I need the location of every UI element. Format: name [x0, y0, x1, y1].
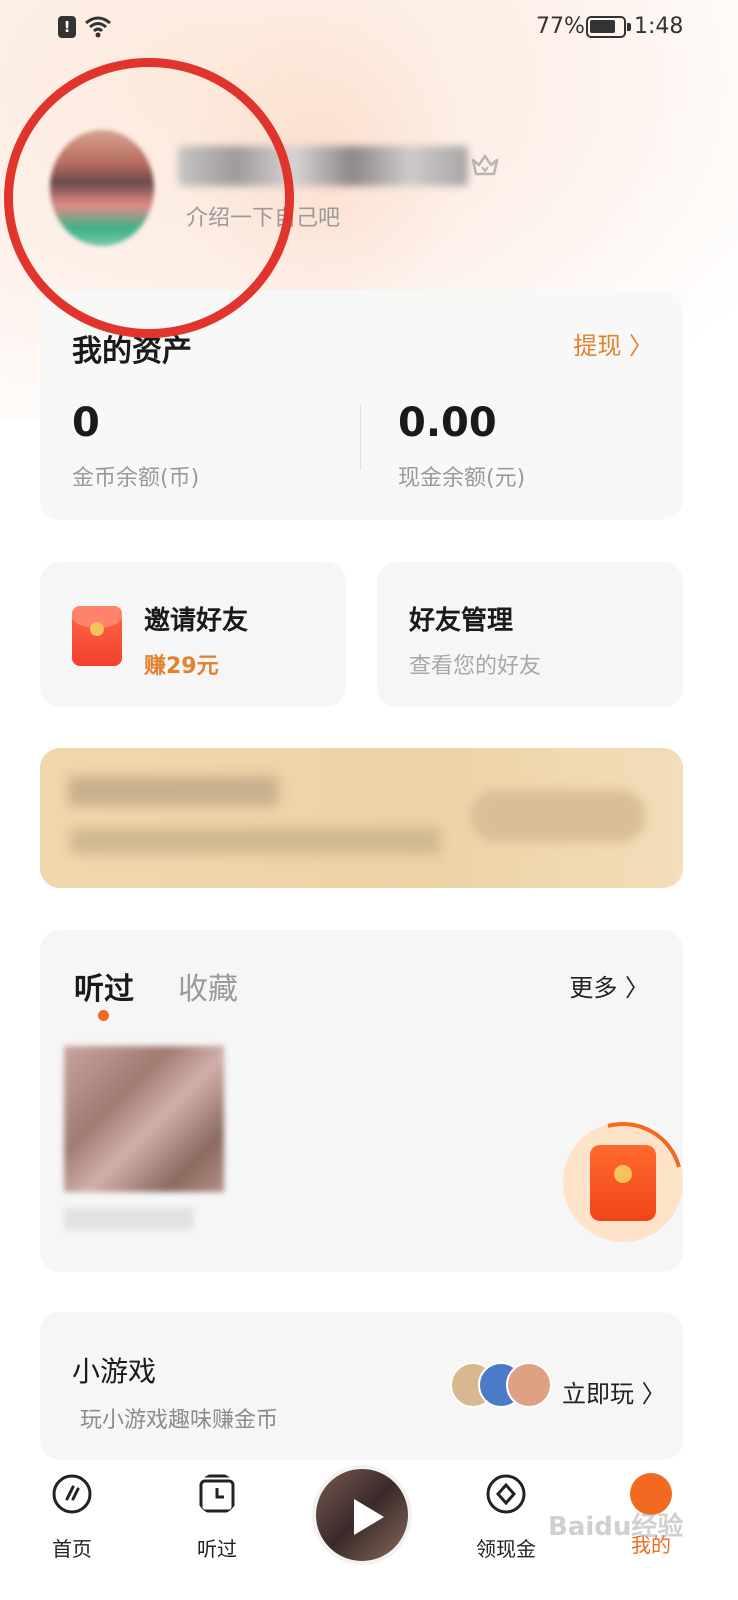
friend-management-card[interactable]: 好友管理 查看您的好友 [377, 562, 683, 707]
diamond-coin-icon [486, 1474, 526, 1514]
watermark: Baidu经验 [548, 1512, 684, 1542]
banner-button-blurred[interactable] [470, 790, 646, 842]
active-tab-indicator [98, 1010, 109, 1021]
tab-favorites[interactable]: 收藏 [178, 964, 238, 1008]
mini-games-subtitle: 玩小游戏趣味赚金币 [80, 1408, 279, 1433]
tab-heard-nav[interactable]: 听过 [172, 1473, 262, 1562]
cash-balance-value[interactable]: 0.00 [398, 400, 497, 446]
annotation-circle [4, 58, 294, 338]
invite-friends-card[interactable]: 邀请好友 赚29元 [40, 562, 346, 707]
assets-divider [360, 404, 361, 470]
play-now-link[interactable]: 立即玩 〉 [562, 1374, 666, 1409]
clock-icon [199, 1474, 235, 1513]
tab-heard-label: 听过 [197, 1537, 237, 1561]
friend-management-title: 好友管理 [409, 606, 514, 636]
clock: 1:48 [634, 14, 684, 39]
tab-cash[interactable]: 领现金 [461, 1473, 551, 1562]
coin-balance-value[interactable]: 0 [72, 400, 100, 446]
tab-home-label: 首页 [52, 1537, 92, 1561]
promo-banner[interactable] [40, 748, 683, 888]
battery-percent: 77% [536, 14, 585, 39]
now-playing-button[interactable] [312, 1465, 412, 1565]
withdraw-link[interactable]: 提现 〉 [573, 326, 653, 361]
wifi-icon [85, 16, 111, 38]
friend-management-subtitle: 查看您的好友 [409, 654, 542, 679]
battery-icon [586, 16, 631, 38]
banner-text-blurred [68, 776, 278, 806]
banner-subtext-blurred [70, 828, 440, 854]
tab-home[interactable]: 首页 [27, 1473, 117, 1562]
mini-games-title: 小游戏 [72, 1355, 157, 1388]
mini-games-card[interactable]: 小游戏 玩小游戏趣味赚金币 立即玩 〉 [40, 1312, 683, 1460]
game-avatars [450, 1362, 552, 1414]
book-title-blurred [64, 1208, 194, 1230]
alert-icon: ! [58, 16, 76, 38]
vip-crown-icon[interactable] [470, 152, 500, 178]
tab-cash-label: 领现金 [476, 1537, 536, 1561]
coin-balance-label: 金币余额(币) [72, 466, 200, 491]
cash-balance-label: 现金余额(元) [398, 466, 526, 491]
invite-reward: 赚29元 [144, 654, 219, 679]
home-icon [52, 1474, 92, 1514]
book-cover-blurred[interactable] [64, 1046, 224, 1192]
red-envelope-icon [72, 606, 122, 666]
status-bar: ! 77% 1:48 [0, 0, 738, 56]
game-avatar-icon [506, 1362, 552, 1408]
floating-red-envelope-icon [590, 1145, 656, 1221]
tab-heard[interactable]: 听过 [74, 964, 134, 1008]
invite-title: 邀请好友 [144, 606, 249, 636]
more-link[interactable]: 更多 〉 [569, 968, 649, 1003]
